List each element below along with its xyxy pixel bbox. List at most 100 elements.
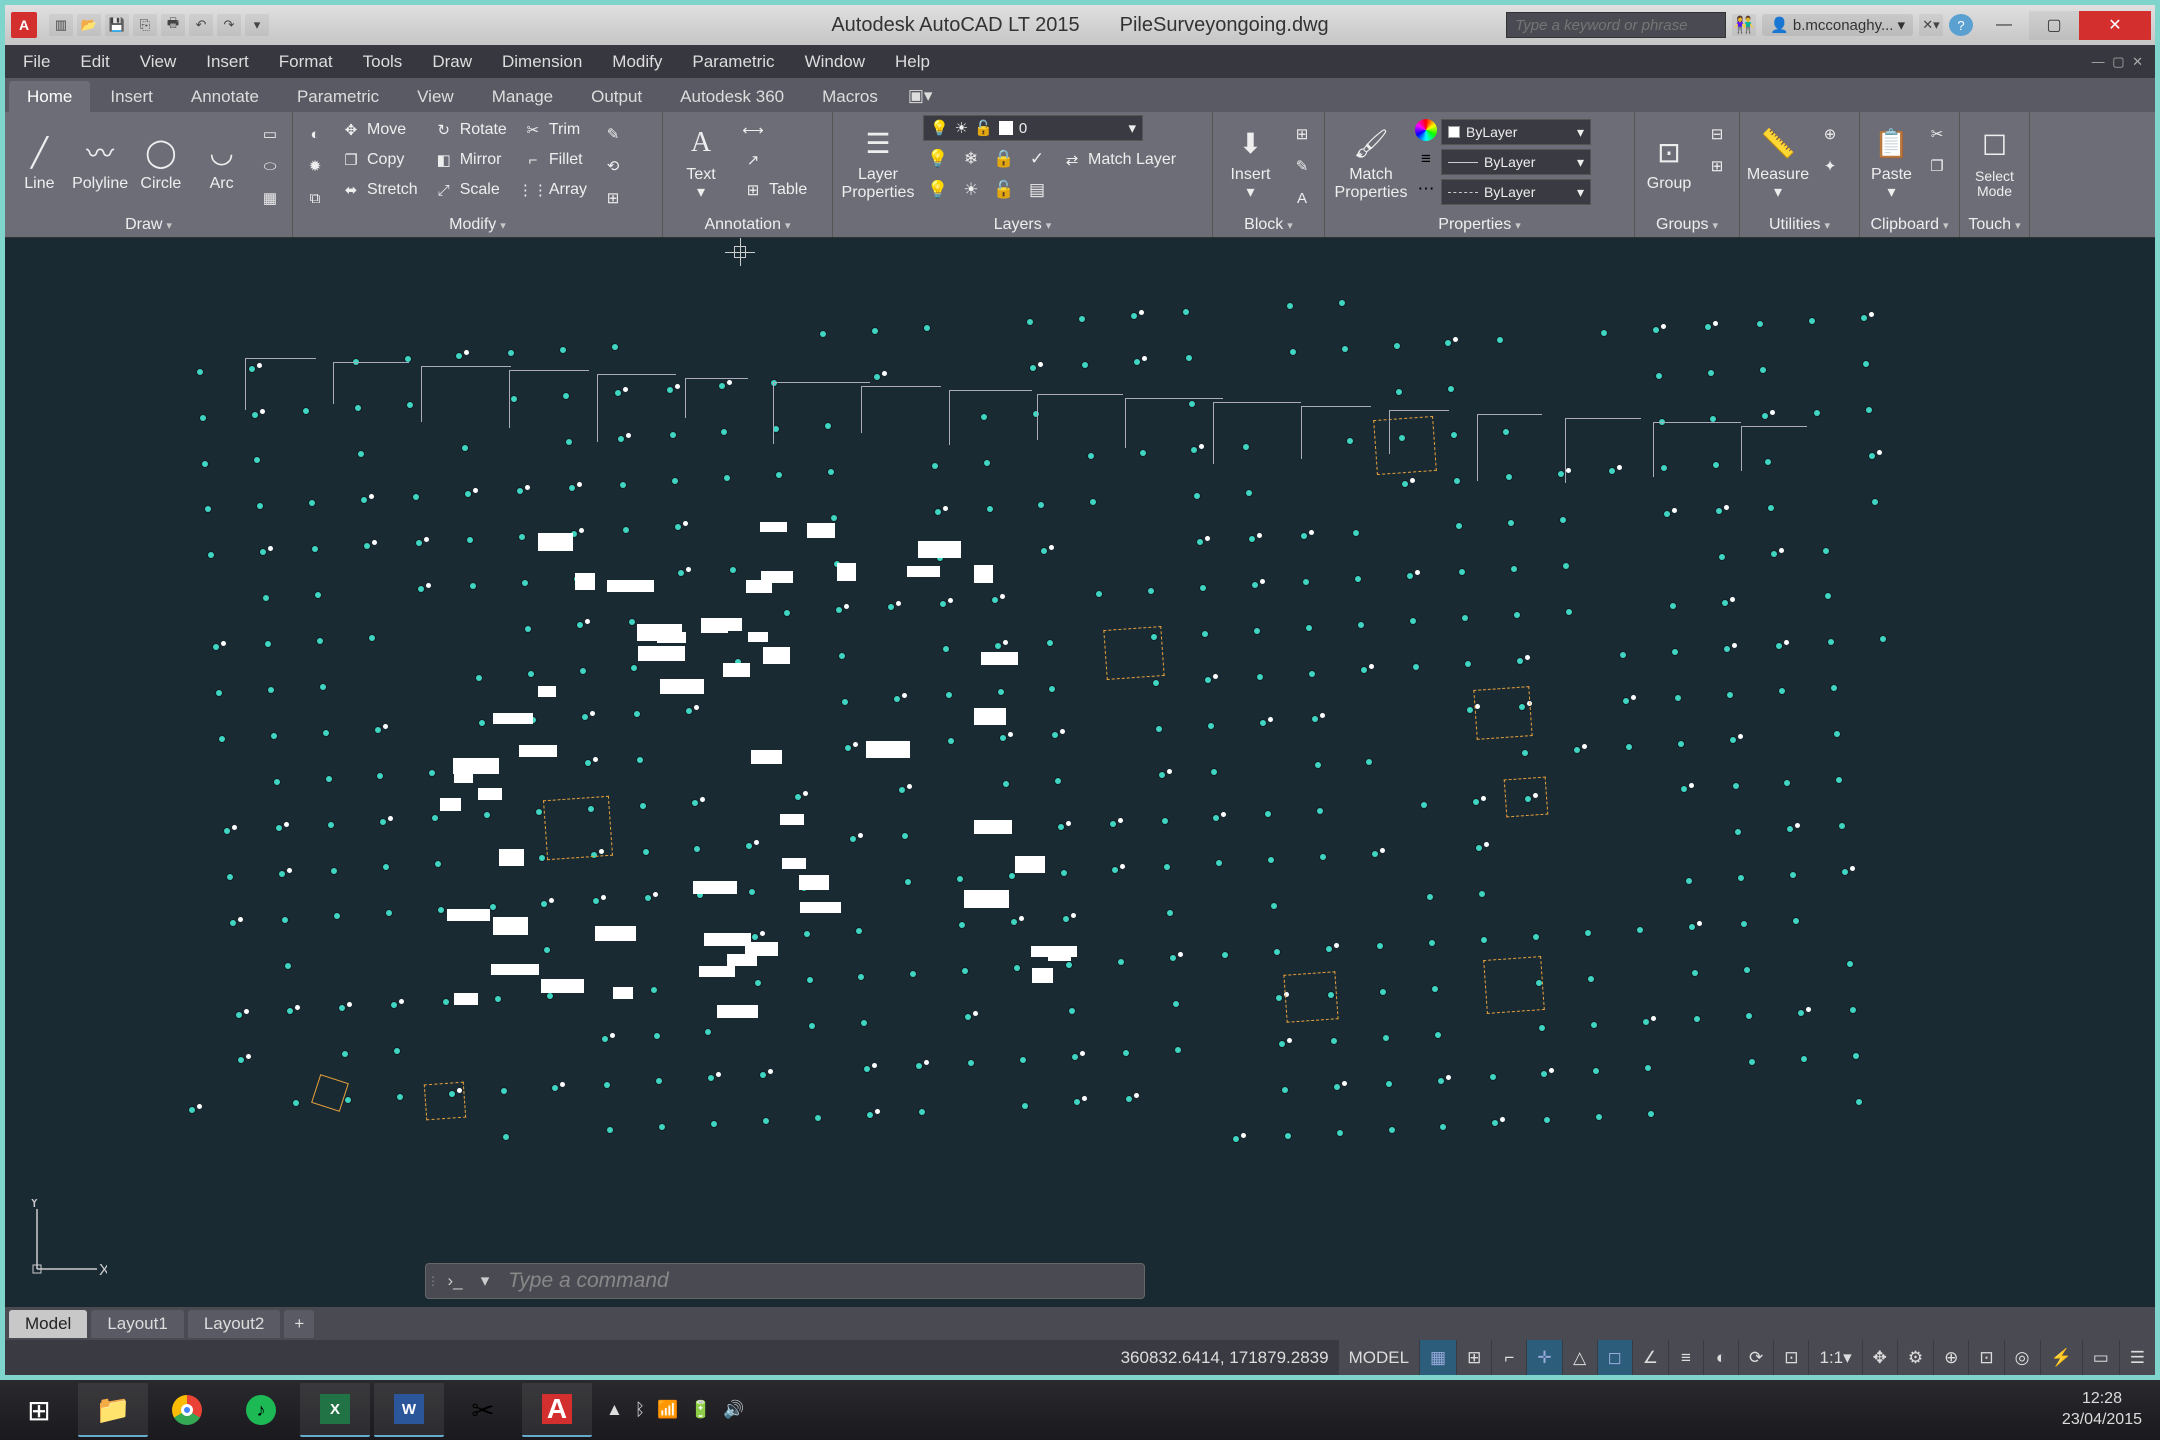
layer-lock-icon[interactable]: 🔒 — [989, 145, 1019, 173]
layer-iso-icon[interactable]: ▤ — [1022, 176, 1052, 204]
layer-off-icon[interactable]: 💡 — [923, 145, 953, 173]
tab-model[interactable]: Model — [9, 1310, 87, 1338]
units-toggle-icon[interactable]: ⊡ — [1969, 1340, 2003, 1375]
group-button[interactable]: ⊡Group — [1641, 115, 1697, 211]
panel-touch-title[interactable]: Touch — [1966, 213, 2023, 237]
insert-block-button[interactable]: ⬇Insert▾ — [1219, 115, 1282, 211]
user-chip[interactable]: 👤 b.mcconaghy... ▾ — [1762, 14, 1913, 36]
workspace-icon[interactable]: ⚙ — [1898, 1340, 1933, 1375]
layer-make-current-icon[interactable]: ✓ — [1022, 145, 1052, 173]
fillet-button[interactable]: ⌐Fillet — [517, 145, 593, 175]
menu-view[interactable]: View — [126, 46, 191, 78]
menu-dimension[interactable]: Dimension — [488, 46, 596, 78]
model-space-button[interactable]: MODEL — [1339, 1340, 1419, 1375]
menu-modify[interactable]: Modify — [598, 46, 676, 78]
ortho-toggle-icon[interactable]: ⌐ — [1492, 1340, 1526, 1375]
menu-draw[interactable]: Draw — [418, 46, 486, 78]
exchange-icon[interactable]: ✕▾ — [1919, 14, 1943, 36]
taskbar-clock[interactable]: 12:28 23/04/2015 — [2048, 1389, 2156, 1431]
layer-freeze-icon[interactable]: ❄ — [956, 145, 986, 173]
taskbar-snip-icon[interactable]: ✂ — [448, 1383, 518, 1437]
table-button[interactable]: ⊞Table — [737, 175, 813, 205]
color-dropdown[interactable]: ByLayer▾ — [1441, 119, 1591, 145]
qat-new-icon[interactable]: ▥ — [49, 14, 73, 36]
command-input[interactable]: Type a command — [500, 1269, 1144, 1293]
tab-view[interactable]: View — [399, 81, 472, 112]
search-input[interactable] — [1506, 12, 1726, 38]
cmd-drag-handle-icon[interactable]: ⋮ — [426, 1274, 440, 1288]
menu-window[interactable]: Window — [791, 46, 879, 78]
minimize-button[interactable]: — — [1979, 11, 2029, 40]
panel-clipboard-title[interactable]: Clipboard — [1866, 213, 1953, 237]
tab-add-layout[interactable]: + — [284, 1310, 314, 1338]
tab-insert[interactable]: Insert — [92, 81, 171, 112]
modify-extra2-icon[interactable]: ⟲ — [597, 151, 629, 181]
tab-home[interactable]: Home — [9, 81, 90, 112]
panel-groups-title[interactable]: Groups — [1641, 213, 1733, 237]
otrack-toggle-icon[interactable]: ∠ — [1633, 1340, 1668, 1375]
copy-button[interactable]: ❐Copy — [335, 145, 424, 175]
menu-parametric[interactable]: Parametric — [678, 46, 788, 78]
taskbar-autocad-icon[interactable]: A — [522, 1383, 592, 1437]
util1-icon[interactable]: ⊕ — [1814, 119, 1846, 149]
qat-redo-icon[interactable]: ↷ — [217, 14, 241, 36]
snap-toggle-icon[interactable]: ⊞ — [1457, 1340, 1491, 1375]
copy-clip-icon[interactable]: ❐ — [1921, 151, 1953, 181]
dimension-icon[interactable]: ⟷ — [737, 115, 813, 145]
command-bar[interactable]: ⋮ ›_ ▾ Type a command — [425, 1263, 1145, 1299]
tab-parametric[interactable]: Parametric — [279, 81, 397, 112]
scale-readout[interactable]: 1:1 ▾ — [1809, 1340, 1861, 1375]
layer-thaw-icon[interactable]: ☀ — [956, 176, 986, 204]
tab-layout1[interactable]: Layout1 — [91, 1310, 184, 1338]
tray-network-icon[interactable]: 📶 — [657, 1400, 678, 1420]
panel-utilities-title[interactable]: Utilities — [1746, 213, 1853, 237]
linetype-icon[interactable]: ⋯ — [1415, 179, 1437, 205]
array-button[interactable]: ⋮⋮Array — [517, 175, 593, 205]
qat-saveas-icon[interactable]: ⎘ — [133, 14, 157, 36]
line-button[interactable]: ╱Line — [11, 115, 68, 211]
panel-modify-title[interactable]: Modify — [299, 213, 656, 237]
leader-icon[interactable]: ↗ — [737, 145, 813, 175]
panel-layers-title[interactable]: Layers — [839, 213, 1206, 237]
tab-layout2[interactable]: Layout2 — [188, 1310, 281, 1338]
isolate-icon[interactable]: ◎ — [2005, 1340, 2040, 1375]
help-icon[interactable]: ? — [1949, 14, 1973, 36]
menu-tools[interactable]: Tools — [349, 46, 417, 78]
ellipse-icon[interactable]: ⬭ — [254, 151, 286, 181]
measure-button[interactable]: 📏Measure▾ — [1746, 115, 1810, 211]
trim-button[interactable]: ✂Trim — [517, 115, 593, 145]
layer-properties-button[interactable]: ☰Layer Properties — [839, 115, 917, 211]
menu-insert[interactable]: Insert — [192, 46, 263, 78]
offset-icon[interactable]: ⧉ — [299, 183, 331, 213]
menu-edit[interactable]: Edit — [66, 46, 123, 78]
taskbar-explorer-icon[interactable]: 📁 — [78, 1383, 148, 1437]
polyline-button[interactable]: 〰Polyline — [72, 115, 129, 211]
qat-save-icon[interactable]: 💾 — [105, 14, 129, 36]
linetype-dropdown[interactable]: ByLayer▾ — [1441, 179, 1591, 205]
cut-icon[interactable]: ✂ — [1921, 119, 1953, 149]
block-create-icon[interactable]: ⊞ — [1286, 119, 1318, 149]
rotate-button[interactable]: ↻Rotate — [428, 115, 513, 145]
start-button[interactable]: ⊞ — [4, 1383, 74, 1437]
menu-format[interactable]: Format — [265, 46, 347, 78]
panel-properties-title[interactable]: Properties — [1331, 213, 1628, 237]
rectangle-icon[interactable]: ▭ — [254, 119, 286, 149]
qat-open-icon[interactable]: 📂 — [77, 14, 101, 36]
hatch-icon[interactable]: ▦ — [254, 183, 286, 213]
cmd-recent-icon[interactable]: ▾ — [470, 1269, 500, 1293]
move-button[interactable]: ✥Move — [335, 115, 424, 145]
transparency-toggle-icon[interactable]: ◐ — [1704, 1340, 1738, 1375]
tray-volume-icon[interactable]: 🔊 — [723, 1400, 744, 1420]
drawing-canvas[interactable]: YX ⋮ ›_ ▾ Type a command — [5, 238, 2155, 1307]
tray-up-icon[interactable]: ▲ — [606, 1400, 623, 1420]
app-icon[interactable]: A — [11, 12, 37, 38]
util2-icon[interactable]: ✦ — [1814, 151, 1846, 181]
ungroup-icon[interactable]: ⊟ — [1701, 119, 1733, 149]
group-edit-icon[interactable]: ⊞ — [1701, 151, 1733, 181]
lineweight-toggle-icon[interactable]: ≡ — [1669, 1340, 1703, 1375]
mirror-button[interactable]: ◧Mirror — [428, 145, 513, 175]
quickprops-toggle-icon[interactable]: ⊡ — [1774, 1340, 1808, 1375]
erase-icon[interactable]: ◐ — [299, 119, 331, 149]
qat-undo-icon[interactable]: ↶ — [189, 14, 213, 36]
close-button[interactable]: ✕ — [2079, 11, 2151, 40]
